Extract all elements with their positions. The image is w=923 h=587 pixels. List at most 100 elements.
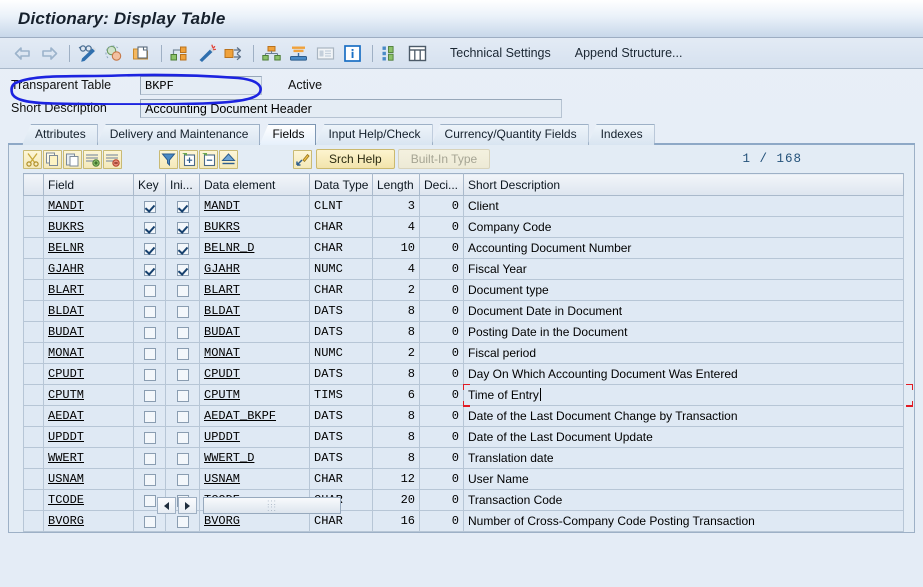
cell-short-description[interactable]: Number of Cross-Company Code Posting Tra… [463,510,904,532]
cell-length[interactable]: 3 [372,195,420,217]
checkbox[interactable] [143,473,156,486]
cell-decimals[interactable]: 0 [419,363,464,385]
cell-data-type[interactable]: DATS [309,405,373,427]
cell-data-type[interactable]: DATS [309,363,373,385]
cell-field[interactable]: BLDAT [43,300,134,322]
sort-ascending-icon[interactable] [219,149,238,169]
cell-field[interactable]: CPUDT [43,363,134,385]
checkbox[interactable] [176,389,189,402]
cell-short-description[interactable]: Client [463,195,904,217]
row-selector-button[interactable] [23,300,44,322]
cell-decimals[interactable]: 0 [419,195,464,217]
cell-short-description[interactable]: Posting Date in the Document [463,321,904,343]
cell-data-type[interactable]: DATS [309,300,373,322]
table-row[interactable]: BUDAT BUDAT DATS 8 0 Posting Date in the Docu… [23,321,904,343]
where-used-list-icon[interactable] [167,41,192,66]
cell-short-description[interactable]: Accounting Document Number [463,237,904,259]
checkbox[interactable] [143,200,156,213]
cell-short-description[interactable]: Date of the Last Document Update [463,426,904,448]
cell-decimals[interactable]: 0 [419,384,464,406]
row-selector-button[interactable] [23,363,44,385]
column-header-field[interactable]: Field [43,173,134,196]
cell-initial-checkbox[interactable] [165,216,200,238]
cell-initial-checkbox[interactable] [165,195,200,217]
filter-icon[interactable] [159,149,178,169]
table-row[interactable]: GJAHR GJAHR NUMC 4 0 Fiscal Year [23,258,904,280]
cell-field[interactable]: BLART [43,279,134,301]
table-row[interactable]: MANDT MANDT CLNT 3 0 Client [23,195,904,217]
indexes-icon[interactable] [378,41,403,66]
table-row[interactable]: TCODETCODECHAR200Transaction Code [23,489,904,511]
checkbox[interactable] [176,515,189,528]
cell-data-type[interactable]: DATS [309,447,373,469]
cell-length[interactable]: 6 [372,384,420,406]
column-header-data-type[interactable]: Data Type [309,173,373,196]
cell-field[interactable]: CPUTM [43,384,134,406]
table-contents-icon[interactable] [405,41,430,66]
cell-length[interactable]: 2 [372,279,420,301]
check-icon[interactable] [102,41,127,66]
column-header-data-element[interactable]: Data element [199,173,310,196]
cell-data-type[interactable]: TIMS [309,384,373,406]
cell-short-description[interactable]: Date of the Last Document Change by Tran… [463,405,904,427]
checkbox[interactable] [143,284,156,297]
cell-initial-checkbox[interactable] [165,447,200,469]
cell-short-description[interactable]: Transaction Code [463,489,904,511]
checkbox[interactable] [143,242,156,255]
cell-data-type[interactable]: CHAR [309,279,373,301]
cell-data-type[interactable]: CHAR [309,216,373,238]
cell-short-description[interactable]: User Name [463,468,904,490]
checkbox[interactable] [143,368,156,381]
cell-data-element[interactable]: MONAT [199,342,310,364]
table-row[interactable]: AEDAT AEDAT_BKPF DATS 8 0 Date of the Last Do… [23,405,904,427]
checkbox[interactable] [143,221,156,234]
cell-key-checkbox[interactable] [133,363,166,385]
cell-length[interactable]: 20 [372,489,420,511]
checkbox[interactable] [176,326,189,339]
table-row[interactable]: BELNR BELNR_D CHAR 10 0 Accounting Document N… [23,237,904,259]
cell-data-element[interactable]: CPUDT [199,363,310,385]
cell-length[interactable]: 8 [372,321,420,343]
cell-decimals[interactable]: 0 [419,489,464,511]
short-description-input[interactable]: Accounting Document Header [140,98,562,118]
column-header-key[interactable]: Key [133,173,166,196]
row-selector-button[interactable] [23,321,44,343]
info-icon[interactable] [340,41,365,66]
cell-key-checkbox[interactable] [133,300,166,322]
row-selector-button[interactable] [23,384,44,406]
srch-help-button[interactable]: Srch Help [316,149,395,169]
copy-object-icon[interactable] [129,41,154,66]
row-selector-button[interactable] [23,195,44,217]
cell-field[interactable]: GJAHR [43,258,134,280]
checkbox[interactable] [143,515,156,528]
row-selector-button[interactable] [23,489,44,511]
cell-data-type[interactable]: DATS [309,321,373,343]
cell-data-type[interactable]: NUMC [309,342,373,364]
table-row[interactable]: BUKRS BUKRS CHAR 4 0 Company Code [23,216,904,238]
cell-key-checkbox[interactable] [133,195,166,217]
cell-length[interactable]: 2 [372,342,420,364]
cell-key-checkbox[interactable] [133,342,166,364]
cell-decimals[interactable]: 0 [419,279,464,301]
row-selector-button[interactable] [23,342,44,364]
cell-short-description[interactable]: Time of Entry [463,384,904,406]
cell-initial-checkbox[interactable] [165,300,200,322]
cell-data-element[interactable]: UPDDT [199,426,310,448]
row-selector-button[interactable] [23,216,44,238]
stack-icon[interactable] [286,41,311,66]
column-header-initial[interactable]: Ini... [165,173,200,196]
checkbox[interactable] [143,347,156,360]
table-row[interactable]: CPUDT CPUDT DATS 8 0 Day On Which Accounting … [23,363,904,385]
cell-data-element[interactable]: GJAHR [199,258,310,280]
technical-settings-button[interactable]: Technical Settings [444,43,557,63]
row-selector-button[interactable] [23,405,44,427]
cell-initial-checkbox[interactable] [165,237,200,259]
cell-field[interactable]: AEDAT [43,405,134,427]
cell-initial-checkbox[interactable] [165,363,200,385]
predefined-type-icon[interactable] [293,149,312,169]
row-selector-button[interactable] [23,426,44,448]
cell-data-type[interactable]: CLNT [309,195,373,217]
table-row[interactable]: USNAM USNAM CHAR 12 0 User Name [23,468,904,490]
runtime-object-icon[interactable] [221,41,246,66]
row-selector-button[interactable] [23,258,44,280]
